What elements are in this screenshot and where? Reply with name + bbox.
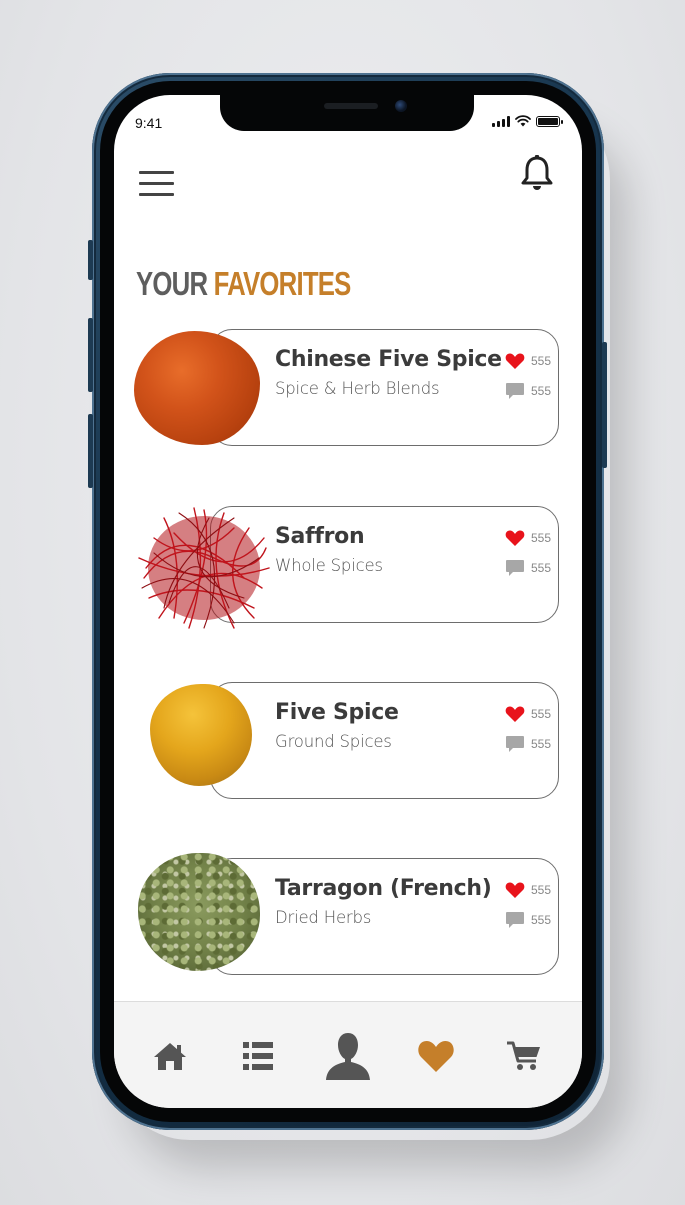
page-title: YOUR FAVORITES bbox=[136, 265, 351, 303]
heart-icon[interactable] bbox=[505, 705, 525, 723]
favorite-name: Saffron bbox=[275, 524, 365, 549]
heart-icon[interactable] bbox=[505, 529, 525, 547]
power-button bbox=[602, 342, 607, 468]
favorite-category: Whole Spices bbox=[275, 556, 383, 575]
comment-count: 555 bbox=[531, 737, 552, 751]
tab-profile[interactable] bbox=[314, 1002, 382, 1108]
like-count: 555 bbox=[531, 354, 552, 368]
comment-stat: 555 bbox=[505, 382, 551, 400]
hamburger-menu-icon[interactable] bbox=[139, 171, 174, 196]
saffron-image bbox=[138, 507, 270, 629]
comment-count: 555 bbox=[531, 384, 552, 398]
favorite-name: Five Spice bbox=[275, 700, 399, 725]
front-camera bbox=[395, 100, 407, 112]
profile-icon bbox=[326, 1032, 370, 1080]
tab-home[interactable] bbox=[136, 1002, 204, 1108]
comment-count: 555 bbox=[531, 913, 552, 927]
like-count: 555 bbox=[531, 707, 552, 721]
tab-list[interactable] bbox=[224, 1002, 292, 1108]
action-button bbox=[88, 240, 93, 280]
five-spice-image bbox=[150, 684, 252, 786]
tarragon-image bbox=[138, 853, 260, 971]
favorite-category: Dried Herbs bbox=[275, 908, 372, 927]
speaker-grille bbox=[324, 103, 378, 109]
like-stat: 555 bbox=[505, 529, 551, 547]
bell-icon[interactable] bbox=[520, 153, 554, 193]
wifi-icon bbox=[515, 115, 531, 127]
heart-icon[interactable] bbox=[505, 881, 525, 899]
like-stat: 555 bbox=[505, 705, 551, 723]
comment-count: 555 bbox=[531, 561, 552, 575]
like-count: 555 bbox=[531, 883, 552, 897]
favorite-category: Spice & Herb Blends bbox=[275, 379, 440, 398]
page-title-word-favorites: FAVORITES bbox=[213, 265, 352, 302]
heart-icon[interactable] bbox=[505, 352, 525, 370]
comment-icon[interactable] bbox=[505, 559, 525, 577]
notch bbox=[220, 95, 474, 131]
home-icon bbox=[154, 1042, 186, 1070]
list-icon bbox=[243, 1041, 273, 1070]
favorite-card-tarragon-french[interactable]: Tarragon (French) Dried Herbs 555 555 bbox=[210, 858, 559, 975]
page-title-word-your: YOUR bbox=[136, 265, 208, 302]
cart-icon bbox=[507, 1041, 540, 1070]
comment-icon[interactable] bbox=[505, 382, 525, 400]
app-screen: 9:41 YOUR FAVORITES Chinese Five Spice S… bbox=[114, 95, 582, 1108]
volume-up-button bbox=[88, 318, 93, 392]
tab-cart[interactable] bbox=[490, 1002, 558, 1108]
comment-icon[interactable] bbox=[505, 735, 525, 753]
status-time: 9:41 bbox=[135, 115, 163, 131]
heart-icon bbox=[418, 1040, 454, 1072]
favorite-name: Chinese Five Spice bbox=[275, 347, 502, 372]
like-count: 555 bbox=[531, 531, 552, 545]
comment-stat: 555 bbox=[505, 911, 551, 929]
favorite-name: Tarragon (French) bbox=[275, 876, 492, 901]
favorite-card-chinese-five-spice[interactable]: Chinese Five Spice Spice & Herb Blends 5… bbox=[210, 329, 559, 446]
comment-stat: 555 bbox=[505, 559, 551, 577]
bottom-tab-bar bbox=[114, 1001, 582, 1108]
signal-icon bbox=[492, 115, 510, 127]
status-icons bbox=[492, 115, 563, 127]
comment-icon[interactable] bbox=[505, 911, 525, 929]
favorite-card-five-spice[interactable]: Five Spice Ground Spices 555 555 bbox=[210, 682, 559, 799]
like-stat: 555 bbox=[505, 352, 551, 370]
chinese-five-spice-image bbox=[134, 331, 260, 445]
like-stat: 555 bbox=[505, 881, 551, 899]
tab-favorites[interactable] bbox=[402, 1002, 470, 1108]
comment-stat: 555 bbox=[505, 735, 551, 753]
favorite-category: Ground Spices bbox=[275, 732, 392, 751]
volume-down-button bbox=[88, 414, 93, 488]
battery-icon bbox=[536, 115, 563, 127]
